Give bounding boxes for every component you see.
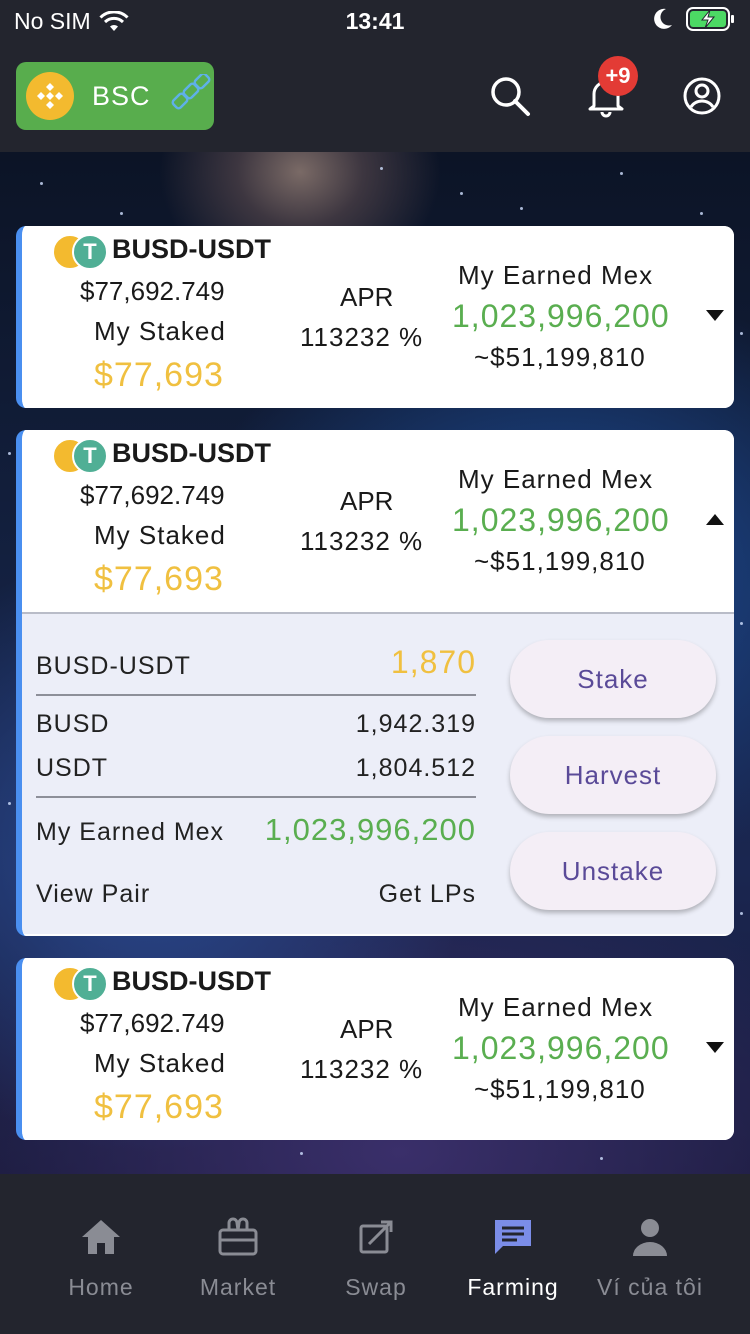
pair-token-icons: T [52,438,112,478]
tab-label: Ví của tôi [597,1274,703,1300]
farm-list[interactable]: T BUSD-USDT $77,692.749 My Staked $77,69… [0,152,750,1174]
tab-swap[interactable]: Swap [306,1214,446,1301]
pair-token-icons: T [52,966,112,1006]
liquidity-value: $77,692.749 [80,480,225,510]
earned-usd: ~$51,199,810 [474,546,646,576]
market-icon [218,1217,258,1256]
staked-label: My Staked [94,1048,226,1078]
view-pair-link[interactable]: View Pair [36,880,150,909]
staked-value: $77,693 [94,356,224,394]
earned-label: My Earned Mex [458,260,654,290]
bottom-tab-bar: Home Market Swap Farming Ví của tôi [0,1174,750,1334]
farm-card-header[interactable]: T BUSD-USDT $77,692.749 My Staked $77,69… [22,430,734,612]
liquidity-value: $77,692.749 [80,276,225,306]
lp-value: 1,870 [390,644,476,680]
moon-icon [654,8,672,29]
staked-label: My Staked [94,316,226,346]
apr-value: 113232 % [300,526,424,556]
lp-label: BUSD-USDT [36,652,191,680]
swap-icon [359,1220,393,1254]
staked-label: My Staked [94,520,226,550]
divider [36,796,476,798]
tab-market[interactable]: Market [168,1214,308,1301]
account-icon[interactable] [680,74,724,118]
expand-chevron-icon[interactable] [706,310,724,321]
tab-home[interactable]: Home [31,1214,171,1301]
status-time: 13:41 [345,8,405,34]
network-label: BSC [92,80,151,111]
status-right [652,6,736,32]
apr-label: APR [340,282,394,312]
staked-value: $77,693 [94,1088,224,1126]
tab-label: Market [199,1274,277,1300]
notification-badge: +9 [598,56,638,96]
usdt-icon: T [72,438,108,474]
tab-label: Farming [467,1274,559,1300]
token-a-value: 1,942.319 [355,710,476,738]
pair-token-icons: T [52,234,112,274]
apr-value: 113232 % [300,322,424,352]
farm-card-header[interactable]: T BUSD-USDT $77,692.749 My Staked $77,69… [22,226,734,408]
farm-card[interactable]: T BUSD-USDT $77,692.749 My Staked $77,69… [16,958,734,1140]
divider [36,694,476,696]
pair-name: BUSD-USDT [112,966,271,996]
collapse-chevron-icon[interactable] [706,514,724,525]
farm-card[interactable]: T BUSD-USDT $77,692.749 My Staked $77,69… [16,226,734,408]
search-icon[interactable] [488,74,532,118]
earned-label: My Earned Mex [458,992,654,1022]
tab-wallet[interactable]: Ví của tôi [580,1214,720,1301]
farm-card[interactable]: T BUSD-USDT $77,692.749 My Staked $77,69… [16,430,734,936]
stake-button[interactable]: Stake [510,640,716,718]
pair-name: BUSD-USDT [112,234,271,264]
earned-usd: ~$51,199,810 [474,1074,646,1104]
tab-label: Home [68,1274,134,1300]
network-selector-button[interactable]: BSC [16,62,214,130]
farming-icon [495,1220,531,1254]
apr-label: APR [340,1014,394,1044]
apr-value: 113232 % [300,1054,424,1084]
unstake-button[interactable]: Unstake [510,832,716,910]
apr-label: APR [340,486,394,516]
pair-name: BUSD-USDT [112,438,271,468]
farm-detail-panel: BUSD-USDT 1,870 BUSD 1,942.319 USDT 1,80… [22,612,734,934]
get-lps-link[interactable]: Get LPs [276,880,476,909]
earned-value: 1,023,996,200 [452,502,670,538]
detail-earned-label: My Earned Mex [36,818,225,846]
bnb-logo-icon [26,72,74,120]
usdt-icon: T [72,966,108,1002]
tab-label: Swap [345,1274,407,1300]
battery-charging-icon [686,7,734,31]
earned-value: 1,023,996,200 [452,298,670,334]
chain-link-icon [171,74,211,110]
earned-value: 1,023,996,200 [452,1030,670,1066]
harvest-button[interactable]: Harvest [510,736,716,814]
user-icon [633,1219,667,1256]
tab-farming[interactable]: Farming [443,1214,583,1301]
earned-usd: ~$51,199,810 [474,342,646,372]
home-icon [82,1220,120,1254]
token-a-label: BUSD [36,710,110,738]
farm-card-header[interactable]: T BUSD-USDT $77,692.749 My Staked $77,69… [22,958,734,1140]
detail-earned-value: 1,023,996,200 [264,812,476,847]
status-bar: No SIM 13:41 [0,0,750,44]
expand-chevron-icon[interactable] [706,1042,724,1053]
token-b-value: 1,804.512 [355,754,476,782]
liquidity-value: $77,692.749 [80,1008,225,1038]
staked-value: $77,693 [94,560,224,598]
token-b-label: USDT [36,754,109,782]
earned-label: My Earned Mex [458,464,654,494]
app-header: BSC +9 [0,44,750,152]
usdt-icon: T [72,234,108,270]
